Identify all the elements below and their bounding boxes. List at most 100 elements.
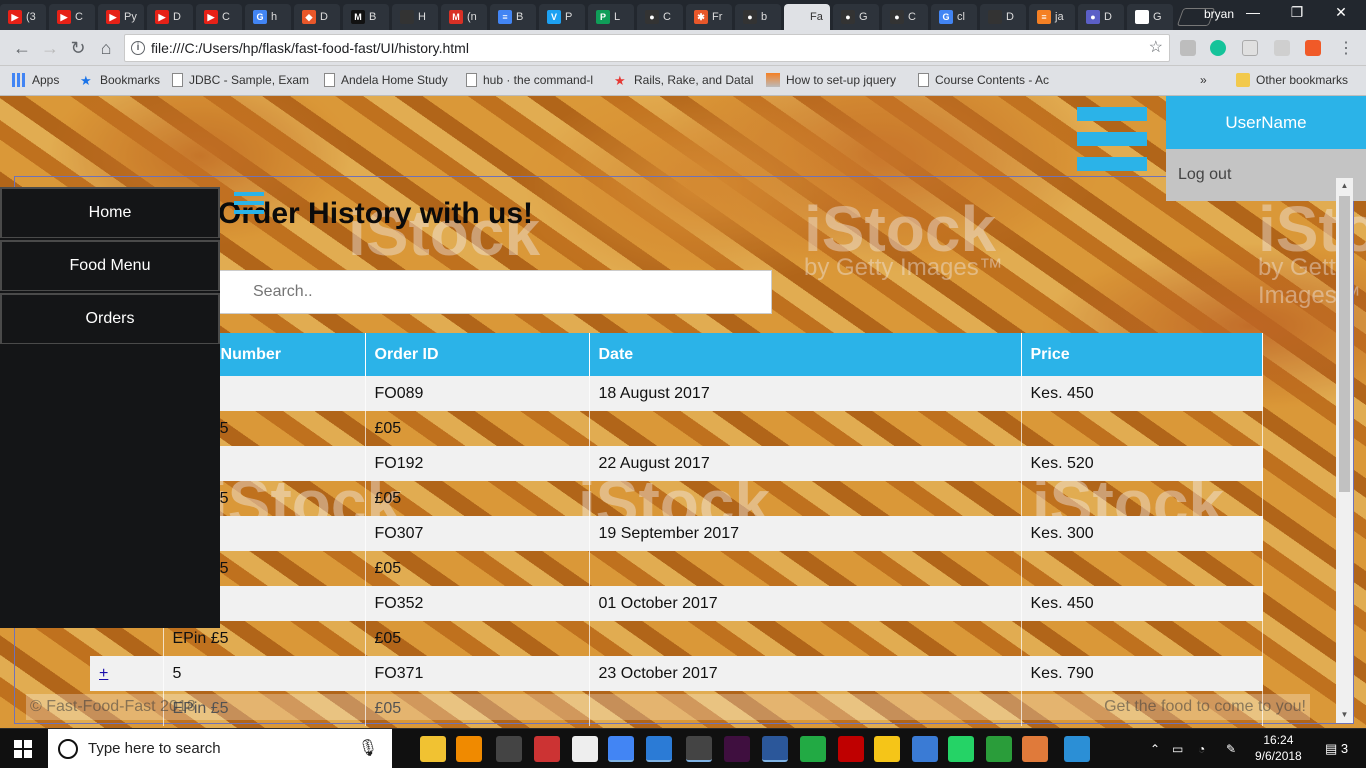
scroll-thumb[interactable] <box>1339 196 1350 492</box>
scroll-up-icon[interactable]: ▲ <box>1336 178 1353 194</box>
detail-cell: £05 <box>365 481 590 516</box>
column-header: Price <box>1021 333 1263 376</box>
minimize-button[interactable]: — <box>1238 4 1268 20</box>
more-bookmarks-button[interactable]: » <box>1200 73 1207 87</box>
browser-tab[interactable]: ▶ C <box>49 4 95 30</box>
paint-icon[interactable] <box>1022 736 1048 762</box>
tab-favicon-icon <box>792 10 806 24</box>
remote-icon[interactable] <box>534 736 560 762</box>
sidebar-toggle-menu-icon[interactable] <box>234 192 264 219</box>
order-price-cell: Kes. 300 <box>1021 516 1263 551</box>
user-menu-toggle-icon[interactable] <box>1077 107 1147 182</box>
network-icon[interactable] <box>912 736 938 762</box>
expand-toggle-link[interactable]: + <box>99 665 108 682</box>
emoji-icon[interactable] <box>874 736 900 762</box>
search-input[interactable] <box>218 270 772 314</box>
browser-tab[interactable]: ▶ Py <box>98 4 144 30</box>
maximize-button[interactable]: ❐ <box>1282 4 1312 21</box>
browser-tab[interactable]: H <box>392 4 438 30</box>
microphone-icon[interactable]: 🎙 <box>358 729 378 768</box>
browser-tab[interactable]: Gh <box>245 4 291 30</box>
browser-tab[interactable]: MB <box>343 4 389 30</box>
browser-tab[interactable]: ▶ (3 <box>0 4 46 30</box>
battery-icon[interactable]: ▭ <box>1172 729 1183 768</box>
filezilla-icon[interactable] <box>838 736 864 762</box>
extension-tool-icon[interactable] <box>1274 40 1290 56</box>
tab-favicon-icon: O <box>1135 10 1149 24</box>
file-explorer-icon[interactable] <box>420 736 446 762</box>
spinner-icon[interactable] <box>800 736 826 762</box>
bookmark-item[interactable]: How to set-up jquery <box>766 73 896 87</box>
tab-label: Py <box>124 11 137 23</box>
extension-cast-icon[interactable] <box>1180 40 1196 56</box>
tab-favicon-icon: ✱ <box>694 10 708 24</box>
browser-tab[interactable]: VP <box>539 4 585 30</box>
wifi-icon[interactable]: ◔ <box>1198 729 1205 768</box>
bookmark-item[interactable]: hub · the command-l <box>466 73 593 87</box>
home-icon[interactable]: ⌂ <box>96 38 116 59</box>
close-window-button[interactable]: ✕ <box>1326 4 1356 21</box>
taskbar-search-box[interactable]: Type here to search 🎙 <box>48 729 392 768</box>
browser-tab[interactable]: M (n <box>441 4 487 30</box>
notes-icon[interactable] <box>572 736 598 762</box>
browser-tab[interactable]: ≡ ja <box>1029 4 1075 30</box>
bookmark-item[interactable]: ★ Bookmarks <box>80 73 160 88</box>
browser-tab[interactable]: Fa <box>784 4 830 30</box>
browser-tab[interactable]: Gcl <box>931 4 977 30</box>
browser-tab[interactable]: ● b <box>735 4 781 30</box>
other-bookmarks-folder[interactable]: Other bookmarks <box>1236 73 1348 87</box>
bookmark-item[interactable]: Course Contents - Ac <box>918 73 1049 87</box>
browser-tab[interactable]: ▶ D <box>147 4 193 30</box>
windows-start-icon[interactable] <box>14 740 32 758</box>
notification-center-icon[interactable]: ▤ 3 <box>1325 729 1348 768</box>
bookmark-item[interactable]: ★ Rails, Rake, and Datal <box>614 73 753 88</box>
vlc-icon[interactable] <box>456 736 482 762</box>
pen-icon[interactable]: ✎ <box>1226 729 1236 768</box>
sidebar-item-orders[interactable]: Orders <box>0 293 220 344</box>
gitg-icon[interactable] <box>986 736 1012 762</box>
sidebar-item-home[interactable]: Home <box>0 187 220 238</box>
page-scrollbar[interactable]: ▲ ▼ <box>1336 178 1353 723</box>
tab-label: D <box>1006 11 1014 23</box>
cortana-icon[interactable] <box>58 739 78 759</box>
system-clock[interactable]: 16:24 9/6/2018 <box>1255 732 1302 764</box>
info-icon[interactable]: i <box>131 41 145 55</box>
terminal2-icon[interactable] <box>686 736 712 762</box>
bookmark-item[interactable]: JDBC - Sample, Exam <box>172 73 309 87</box>
back-arrow-icon[interactable]: ← <box>12 38 32 59</box>
browser-tab[interactable]: ● C <box>882 4 928 30</box>
notification-count: 3 <box>1340 741 1349 756</box>
extension-page-icon[interactable] <box>1242 40 1258 56</box>
whatsapp-icon[interactable] <box>948 736 974 762</box>
browser-tab[interactable]: ≡ B <box>490 4 536 30</box>
terminal-icon[interactable] <box>496 736 522 762</box>
bookmark-item[interactable]: Apps <box>12 73 59 87</box>
reload-icon[interactable]: ↻ <box>68 38 88 59</box>
browser-tab[interactable]: ▶ C <box>196 4 242 30</box>
tray-arrow-icon[interactable]: ⌃ <box>1150 729 1160 768</box>
word-icon[interactable] <box>762 736 788 762</box>
browser-tab[interactable]: ● D <box>1078 4 1124 30</box>
browser-tab[interactable]: OG <box>1127 4 1173 30</box>
chrome-icon[interactable] <box>608 736 634 762</box>
browser-user-label[interactable]: bryan <box>1204 7 1234 21</box>
help-icon[interactable] <box>1064 736 1090 762</box>
menu-dots-icon[interactable]: ⋮ <box>1336 38 1356 58</box>
browser-tab[interactable]: ✱ Fr <box>686 4 732 30</box>
browser-tab[interactable]: ◆ D <box>294 4 340 30</box>
bookmark-star-icon[interactable]: ☆ <box>1149 35 1163 61</box>
username-label[interactable]: UserName <box>1166 96 1366 149</box>
extension-translate-icon[interactable] <box>1305 40 1321 56</box>
scroll-down-icon[interactable]: ▼ <box>1336 707 1353 723</box>
grammarly-icon[interactable] <box>1210 40 1226 56</box>
browser-tab[interactable]: D <box>980 4 1026 30</box>
slack-icon[interactable] <box>724 736 750 762</box>
bookmark-item[interactable]: Andela Home Study <box>324 73 448 87</box>
forward-arrow-icon[interactable]: → <box>40 38 60 59</box>
browser-tab[interactable]: PL <box>588 4 634 30</box>
vscode-icon[interactable] <box>646 736 672 762</box>
browser-tab[interactable]: ● G <box>833 4 879 30</box>
browser-tab[interactable]: ● C <box>637 4 683 30</box>
sidebar-item-food-menu[interactable]: Food Menu <box>0 240 220 291</box>
address-bar[interactable]: i file:///C:/Users/hp/flask/fast-food-fa… <box>124 34 1170 62</box>
